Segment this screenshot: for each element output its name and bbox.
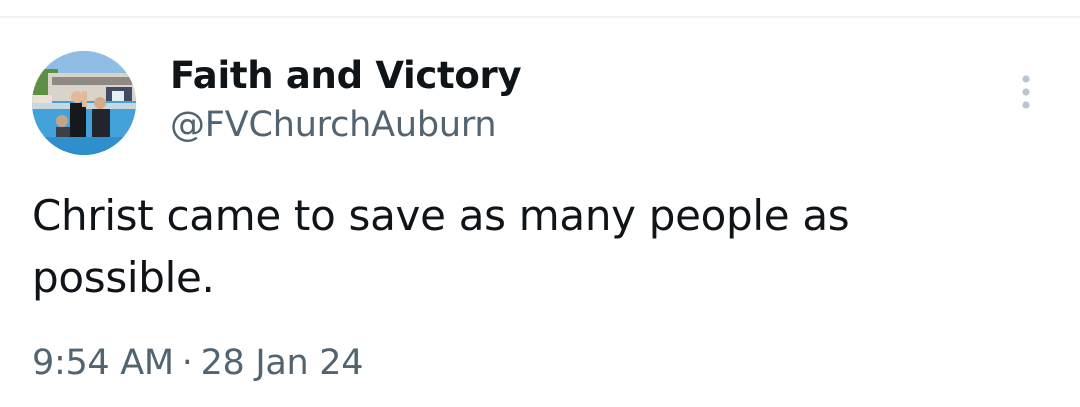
more-options-button[interactable] [1006, 70, 1046, 114]
author-name[interactable]: Faith and Victory [170, 54, 522, 97]
tweet[interactable]: Faith and Victory @FVChurchAuburn Christ… [0, 18, 1080, 407]
tweet-text-line: Christ came to save as many people as [32, 191, 850, 240]
tweet-text: Christ came to save as many people as po… [32, 185, 1032, 309]
tweet-meta: 9:54 AM · 28 Jan 24 [32, 343, 363, 383]
meta-separator: · [181, 343, 193, 383]
author-handle[interactable]: @FVChurchAuburn [170, 105, 497, 145]
tweet-date[interactable]: 28 Jan 24 [201, 343, 364, 383]
tweet-time[interactable]: 9:54 AM [32, 343, 174, 383]
tweet-text-line: possible. [32, 253, 215, 302]
more-vertical-icon [1022, 75, 1030, 109]
avatar[interactable] [32, 51, 136, 155]
avatar-photo [32, 51, 136, 155]
